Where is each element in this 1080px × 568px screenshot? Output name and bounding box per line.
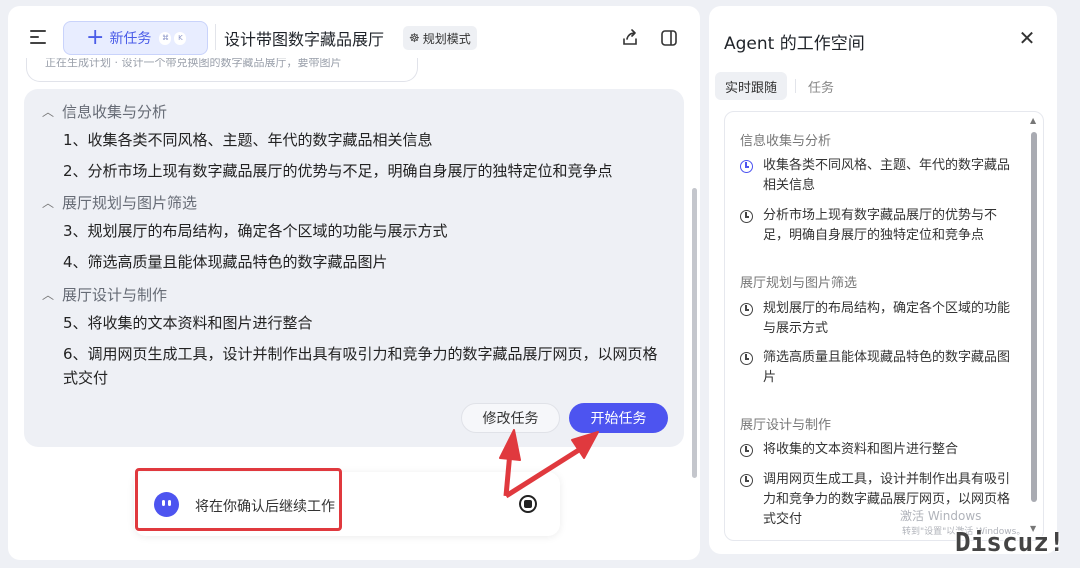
close-icon[interactable]: ✕ [1017, 28, 1037, 48]
mode-badge[interactable]: ☸ 规划模式 [403, 26, 477, 50]
task-step-text: 将收集的文本资料和图片进行整合 [763, 442, 959, 457]
plan-item: 3、规划展厅的布局结构，确定各个区域的功能与展示方式 [63, 222, 448, 240]
clock-icon [740, 474, 753, 487]
task-step-text: 筛选高质量且能体现藏品特色的数字藏品图片 [763, 350, 1011, 385]
plan-section: ︿ 展厅规划与图片筛选 [42, 192, 197, 213]
new-task-label: 新任务 [109, 31, 152, 47]
chevron-up-icon[interactable]: ︿ [42, 194, 62, 211]
task-step[interactable]: 将收集的文本资料和图片进行整合 [740, 440, 1016, 460]
chevron-up-icon[interactable]: ︿ [42, 103, 62, 120]
scroll-up-icon[interactable]: ▲ [1030, 116, 1036, 125]
section-title: 信息收集与分析 [62, 103, 168, 121]
plan-item: 1、收集各类不同风格、主题、年代的数字藏品相关信息 [63, 131, 433, 149]
start-task-button[interactable]: 开始任务 [569, 403, 668, 433]
plan-item: 4、筛选高质量且能体现藏品特色的数字藏品图片 [63, 253, 388, 271]
section-title: 信息收集与分析 [740, 134, 832, 149]
mode-badge-label: 规划模式 [422, 31, 471, 46]
share-icon[interactable] [620, 28, 640, 48]
panel-toggle-icon[interactable] [659, 28, 679, 48]
shortcut-key: K [174, 31, 187, 45]
clock-icon [740, 160, 753, 173]
clock-icon [740, 210, 753, 223]
clock-icon [740, 352, 753, 365]
hamburger-icon[interactable] [30, 30, 46, 44]
task-step-text: 分析市场上现有数字藏品展厅的优势与不足，明确自身展厅的独特定位和竞争点 [763, 208, 998, 243]
edit-task-button[interactable]: 修改任务 [461, 403, 560, 433]
section-title: 展厅规划与图片筛选 [740, 276, 858, 291]
clock-icon [740, 303, 753, 316]
section-title: 展厅设计与制作 [740, 418, 832, 433]
plan-section: ︿ 信息收集与分析 [42, 101, 167, 122]
clock-icon [740, 444, 753, 457]
page-title: 设计带图数字藏品展厅 [224, 30, 385, 49]
tab-tasks[interactable]: 任务 [799, 72, 843, 100]
planning-icon: ☸ [409, 31, 420, 45]
windows-watermark: 激活 Windows [900, 509, 982, 523]
plan-item: 2、分析市场上现有数字藏品展厅的优势与不足，明确自身展厅的独特定位和竞争点 [63, 162, 613, 180]
chevron-up-icon[interactable]: ︿ [42, 286, 62, 303]
task-step[interactable]: 规划展厅的布局结构，确定各个区域的功能与展示方式 [740, 299, 1016, 339]
tab-live-follow[interactable]: 实时跟随 [715, 72, 787, 100]
task-list: 信息收集与分析 收集各类不同风格、主题、年代的数字藏品相关信息 分析市场上现有数… [724, 111, 1044, 541]
task-step-text: 规划展厅的布局结构，确定各个区域的功能与展示方式 [763, 301, 1011, 336]
plus-icon: + [86, 25, 105, 50]
task-step[interactable]: 收集各类不同风格、主题、年代的数字藏品相关信息 [740, 156, 1016, 196]
shortcut-key: ⌘ [159, 31, 172, 45]
stop-icon[interactable] [519, 495, 537, 513]
annotation-box [135, 468, 342, 531]
new-task-button[interactable]: + 新任务 ⌘ K [63, 21, 208, 55]
agent-workspace-panel: Agent 的工作空间 ✕ 实时跟随 任务 信息收集与分析 收集各类不同风格、主… [709, 6, 1057, 554]
section-title: 展厅设计与制作 [62, 286, 168, 304]
divider [215, 24, 216, 50]
task-step-text: 收集各类不同风格、主题、年代的数字藏品相关信息 [763, 158, 1011, 193]
plan-section: ︿ 展厅设计与制作 [42, 284, 167, 305]
divider [795, 79, 796, 93]
panel-title: Agent 的工作空间 [724, 34, 865, 54]
scrollbar[interactable] [1031, 132, 1037, 502]
plan-card: ︿ 信息收集与分析 1、收集各类不同风格、主题、年代的数字藏品相关信息 2、分析… [24, 89, 684, 447]
plan-item: 5、将收集的文本资料和图片进行整合 [63, 314, 313, 332]
status-pill: 正在生成计划 · 设计一个带兑换图的数字藏品展厅，要带图片 [26, 58, 418, 82]
task-step[interactable]: 筛选高质量且能体现藏品特色的数字藏品图片 [740, 348, 1016, 388]
plan-item: 6、调用网页生成工具，设计并制作出具有吸引力和竞争力的数字藏品展厅网页，以网页格… [63, 345, 658, 387]
discuz-logo: Discuz! [955, 528, 1065, 558]
scrollbar[interactable] [692, 188, 697, 478]
status-text: 正在生成计划 · 设计一个带兑换图的数字藏品展厅，要带图片 [45, 58, 342, 69]
section-title: 展厅规划与图片筛选 [62, 194, 198, 212]
task-step[interactable]: 分析市场上现有数字藏品展厅的优势与不足，明确自身展厅的独特定位和竞争点 [740, 206, 1016, 246]
